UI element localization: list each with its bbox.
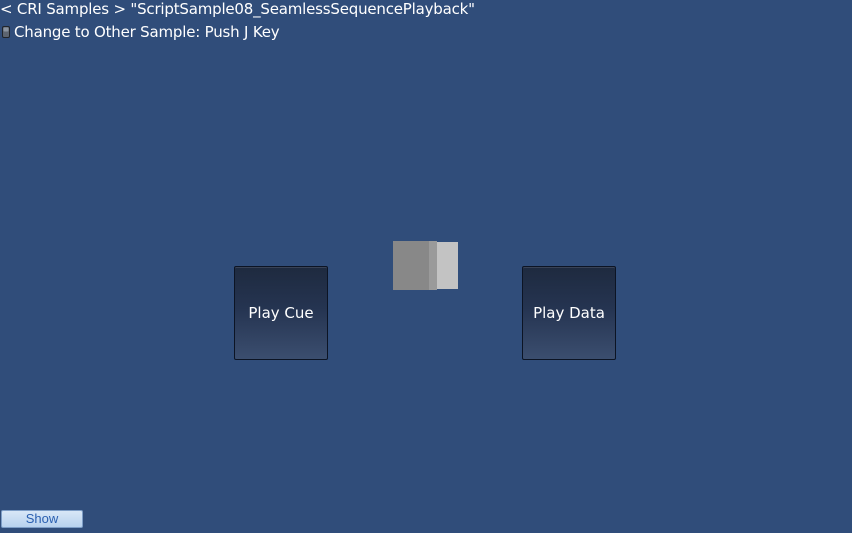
play-cue-button[interactable]: Play Cue <box>234 266 328 360</box>
breadcrumb: < CRI Samples > "ScriptSample08_Seamless… <box>0 0 475 18</box>
keyboard-key-icon <box>2 26 10 38</box>
instruction-row: Change to Other Sample: Push J Key <box>0 23 280 41</box>
instruction-text: Change to Other Sample: Push J Key <box>14 23 280 41</box>
cube-object <box>393 241 458 291</box>
play-data-button[interactable]: Play Data <box>522 266 616 360</box>
show-button[interactable]: Show <box>1 510 83 528</box>
